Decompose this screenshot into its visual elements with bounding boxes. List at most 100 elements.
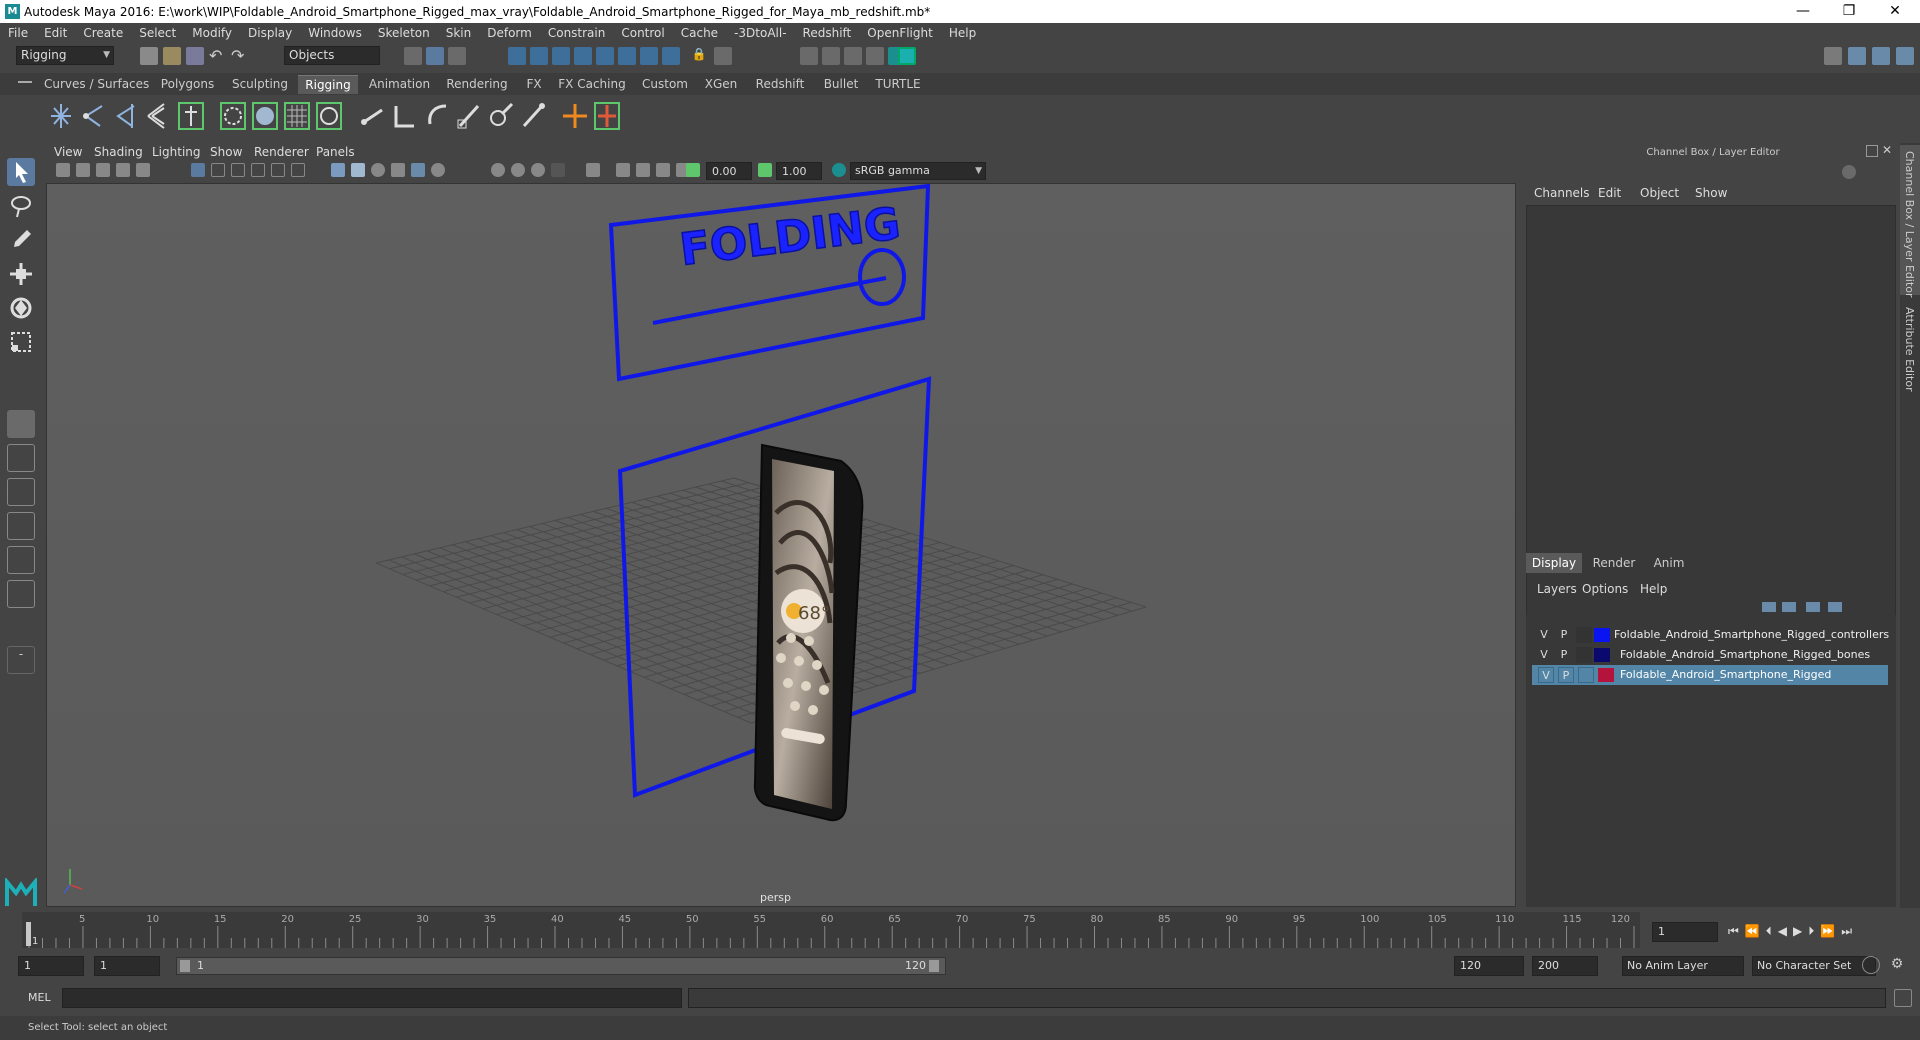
menu-control[interactable]: Control (613, 26, 672, 40)
bind-skin-icon[interactable] (218, 100, 248, 132)
mode-dropdown[interactable]: Rigging ▼ (16, 46, 114, 65)
single-perspective-layout-icon[interactable] (7, 410, 35, 438)
menu-edit[interactable]: Edit (36, 26, 75, 40)
tab-fx-caching[interactable]: FX Caching (556, 75, 628, 94)
layers-menu[interactable]: Layers (1537, 582, 1577, 596)
show-menu[interactable]: Show (1695, 186, 1727, 200)
history-icon[interactable] (662, 47, 680, 65)
close-button[interactable]: ✕ (1872, 0, 1918, 23)
tab-animation[interactable]: Animation (362, 75, 437, 94)
menu-openflight[interactable]: OpenFlight (859, 26, 941, 40)
isolate-select-icon[interactable] (586, 163, 600, 177)
redshift-render-icon[interactable] (898, 47, 916, 65)
textured-icon[interactable] (391, 163, 405, 177)
channel-box-side-tab[interactable]: Channel Box / Layer Editor (1900, 145, 1920, 298)
paint-select-icon[interactable] (7, 226, 35, 254)
input-output-icon[interactable] (714, 47, 732, 65)
anti-aliasing-icon[interactable] (531, 163, 545, 177)
layer-playback-toggle[interactable]: P (1558, 667, 1574, 683)
rotate-tool-icon[interactable] (7, 294, 35, 322)
grid-toggle-icon[interactable] (191, 163, 205, 177)
menu-help[interactable]: Help (941, 26, 984, 40)
scene-canvas[interactable]: FOLDING 68° (46, 183, 1516, 907)
render-settings-icon[interactable] (866, 47, 884, 65)
layer-playback-toggle[interactable]: P (1558, 647, 1570, 663)
motion-blur-icon[interactable] (511, 163, 525, 177)
parent-constraint-icon[interactable] (486, 100, 516, 132)
lock-icon[interactable]: 🔒 (690, 47, 708, 65)
render-view-icon[interactable] (800, 47, 818, 65)
render-current-icon[interactable] (822, 47, 840, 65)
layer-color-swatch[interactable] (1594, 648, 1610, 662)
layer-row[interactable]: V P Foldable_Android_Smartphone_Rigged_b… (1532, 645, 1888, 665)
layer-color-swatch[interactable] (1598, 668, 1614, 682)
minimize-button[interactable]: — (1780, 0, 1826, 23)
range-slider[interactable]: 1 120 (176, 957, 946, 975)
layer-tab-display[interactable]: Display (1526, 553, 1582, 573)
layer-display-type[interactable] (1576, 627, 1592, 643)
tab-turtle[interactable]: TURTLE (872, 75, 924, 94)
gamma-icon[interactable] (758, 163, 772, 177)
play-forwards-icon[interactable]: ▶ (1793, 924, 1808, 938)
menu-windows[interactable]: Windows (300, 26, 370, 40)
play-backwards-icon[interactable]: ◀ (1778, 924, 1793, 938)
new-scene-icon[interactable] (140, 47, 158, 65)
snap-grid-icon[interactable] (508, 47, 526, 65)
exposure-icon[interactable] (686, 163, 700, 177)
field-chart-icon[interactable] (271, 163, 285, 177)
layer-display-type[interactable] (1576, 647, 1592, 663)
layer-visibility-toggle[interactable]: V (1538, 647, 1550, 663)
ambient-occlusion-icon[interactable] (491, 163, 505, 177)
shelf-menu-icon[interactable] (18, 81, 32, 83)
help-menu[interactable]: Help (1640, 582, 1667, 596)
layer-tab-render[interactable]: Render (1586, 553, 1642, 573)
default-material-icon[interactable] (371, 163, 385, 177)
open-scene-icon[interactable] (163, 47, 181, 65)
layer-playback-toggle[interactable]: P (1558, 627, 1570, 643)
anim-layer-dropdown[interactable]: No Anim Layer (1622, 956, 1744, 976)
step-forward-key-icon[interactable]: ⏵ (1808, 924, 1820, 938)
time-slider[interactable]: 1 5 10 15 20 25 30 35 40 45 50 55 60 65 70 75 80 85 90 95 10… (22, 912, 1640, 948)
scale-tool-icon[interactable] (7, 328, 35, 356)
quick-rig-icon[interactable] (176, 100, 206, 132)
wireframe-shading-icon[interactable] (331, 163, 345, 177)
pole-vector-icon[interactable] (518, 100, 548, 132)
options-menu[interactable]: Options (1582, 582, 1628, 596)
undo-icon[interactable]: ↶ (209, 47, 227, 65)
tab-rigging[interactable]: Rigging (298, 75, 358, 94)
viewport-menu-shading[interactable]: Shading (94, 145, 143, 159)
auto-key-icon[interactable] (1862, 956, 1880, 974)
step-back-key-icon[interactable]: ⏴ (1766, 924, 1778, 938)
select-component-icon[interactable] (448, 47, 466, 65)
smooth-shading-icon[interactable] (351, 163, 365, 177)
object-menu[interactable]: Object (1640, 186, 1679, 200)
tab-rendering[interactable]: Rendering (442, 75, 512, 94)
hypershade-layout-icon[interactable] (7, 546, 35, 574)
layer-row-selected[interactable]: V P Foldable_Android_Smartphone_Rigged (1532, 665, 1888, 685)
tab-bullet[interactable]: Bullet (818, 75, 864, 94)
new-layer-selected-icon[interactable] (1828, 602, 1842, 612)
range-slider-end-handle[interactable] (929, 960, 939, 972)
save-scene-icon[interactable] (186, 47, 204, 65)
camera-bookmark-icon[interactable] (76, 163, 90, 177)
snap-view-icon[interactable] (574, 47, 592, 65)
step-forward-frame-icon[interactable]: ⏩ (1820, 924, 1841, 938)
move-tool-icon[interactable] (7, 260, 35, 288)
perspective-viewport[interactable]: FOLDING 68° persp (46, 183, 1516, 907)
xray-joints-icon[interactable] (636, 163, 650, 177)
menu-constrain[interactable]: Constrain (540, 26, 614, 40)
preferences-icon[interactable]: ⚙ (1888, 956, 1906, 974)
select-tool-icon[interactable] (7, 158, 35, 186)
layer-display-type[interactable] (1578, 667, 1594, 683)
current-time-indicator[interactable] (26, 922, 31, 946)
current-frame-field[interactable]: 1 (1652, 922, 1718, 942)
cluster-icon[interactable] (314, 100, 344, 132)
snap-vertex-icon[interactable] (640, 47, 658, 65)
orient-constraint-icon[interactable] (422, 100, 452, 132)
persp-hypergraph-layout-icon[interactable] (7, 580, 35, 608)
locator-icon[interactable] (560, 100, 590, 132)
menu-3dtoall[interactable]: -3DtoAll- (726, 26, 794, 40)
point-constraint-icon[interactable] (358, 100, 388, 132)
new-empty-layer-icon[interactable] (1806, 602, 1820, 612)
tab-polygons[interactable]: Polygons (155, 75, 220, 94)
